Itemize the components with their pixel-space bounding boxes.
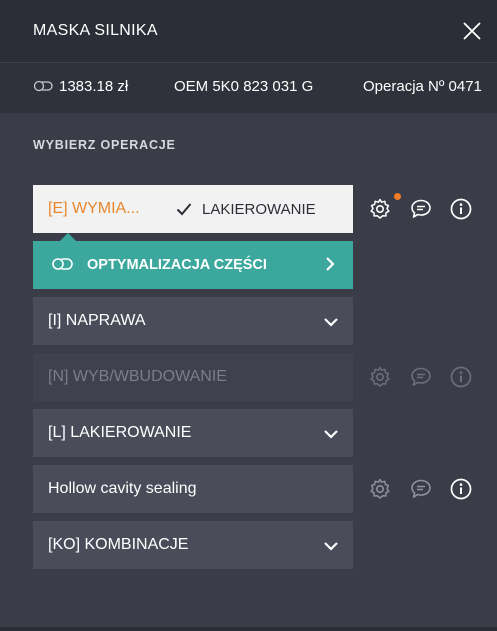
coins-icon [51,257,73,276]
price-info: 1383.18 zł [33,78,128,96]
gear-icon[interactable] [368,365,392,389]
info-icon[interactable] [449,365,473,389]
operation-label: [I] NAPRAWA [48,312,146,329]
operation-label: [N] WYB/WBUDOWANIE [48,368,227,385]
operation-panel: MASKA SILNIKA 1383.18 zł OEM 5K0 823 031… [0,0,497,631]
comment-icon[interactable] [409,197,433,221]
row-actions-cavity-sealing [368,477,478,507]
chevron-down-icon [323,426,339,444]
panel-title: MASKA SILNIKA [33,22,158,39]
operation-row-combinations[interactable]: [KO] KOMBINACJE [33,521,353,569]
comment-icon[interactable] [409,365,433,389]
gear-icon[interactable] [368,193,401,221]
operation-row-cavity-sealing[interactable]: Hollow cavity sealing [33,465,353,513]
panel-header: MASKA SILNIKA [0,0,497,62]
operation-row-repair[interactable]: [I] NAPRAWA [33,297,353,345]
operation-label: [E] WYMIA... [48,200,140,217]
operation-row-removal[interactable]: [N] WYB/WBUDOWANIE [33,353,353,401]
info-icon[interactable] [449,197,473,221]
notification-dot [394,193,401,200]
check-icon [176,202,192,221]
operation-label: Hollow cavity sealing [48,480,197,497]
chevron-down-icon [323,538,339,556]
panel-bottom-edge [0,627,497,631]
gear-icon[interactable] [368,477,392,501]
selected-tag: LAKIEROWANIE [202,201,316,218]
optimization-button[interactable]: OPTYMALIZACJA CZĘŚCI [33,241,353,289]
operation-row-paint[interactable]: [L] LAKIEROWANIE [33,409,353,457]
operation-label: [L] LAKIEROWANIE [48,424,192,441]
coins-icon [33,79,53,96]
oem-number: OEM 5K0 823 031 G [174,78,314,95]
chevron-down-icon [323,314,339,332]
operation-row-replace[interactable]: [E] WYMIA... LAKIEROWANIE [33,185,353,233]
price-value: 1383.18 zł [59,78,129,95]
row-actions-removal [368,365,478,395]
close-icon[interactable] [461,20,483,42]
comment-icon[interactable] [409,477,433,501]
dropdown-pointer [60,233,76,241]
optimization-label: OPTYMALIZACJA CZĘŚCI [87,257,267,273]
row-actions-replace [368,193,478,227]
info-icon[interactable] [449,477,473,501]
operation-label: [KO] KOMBINACJE [48,536,189,553]
part-info-bar: 1383.18 zł OEM 5K0 823 031 G Operacja Nº… [0,62,497,113]
operation-number: Operacja Nº 0471 [363,78,482,95]
chevron-right-icon [325,256,335,277]
section-title: WYBIERZ OPERACJE [33,138,176,152]
